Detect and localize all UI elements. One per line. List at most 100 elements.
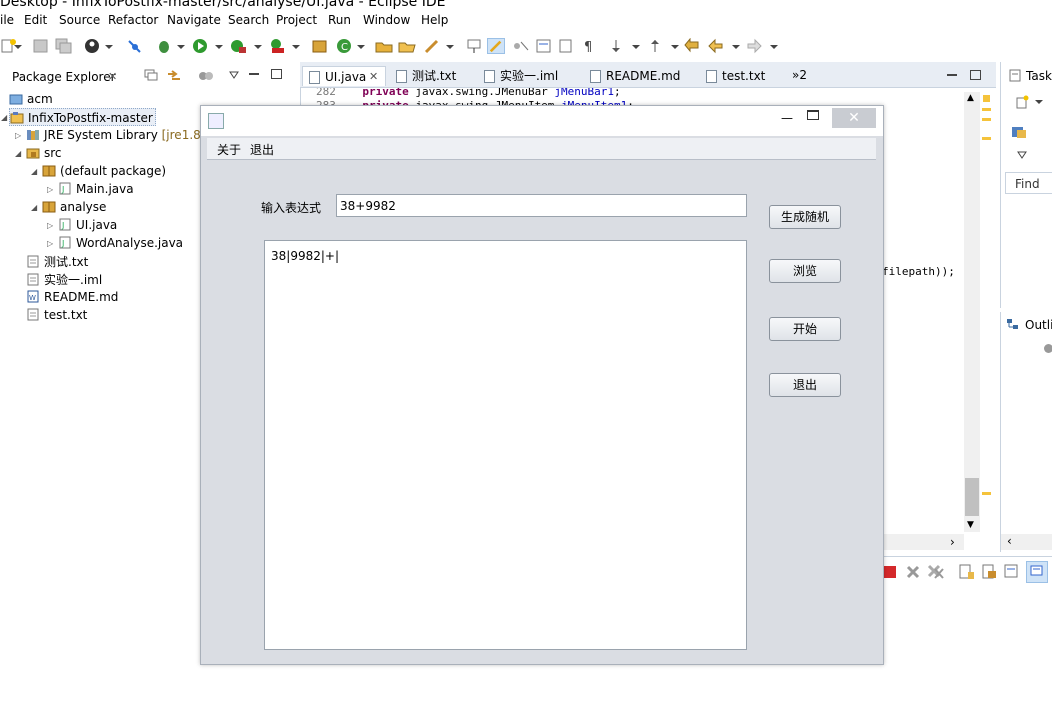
skip-breakpoints-icon[interactable] (126, 38, 144, 54)
tab-ui-java[interactable]: UI.java ✕ (302, 66, 386, 86)
menu-file[interactable]: ile (0, 13, 14, 27)
forward-icon[interactable] (746, 38, 764, 54)
overview-ruler-marker[interactable] (982, 108, 991, 111)
tree-item-acm[interactable]: acm (9, 90, 53, 108)
run-icon[interactable] (192, 38, 210, 54)
tree-item-src[interactable]: src (26, 144, 62, 162)
expanded-arrow-icon[interactable]: ◢ (1, 113, 7, 122)
expanded-arrow-icon[interactable]: ◢ (15, 149, 21, 158)
task-tab-label[interactable]: Task (1026, 69, 1052, 83)
outline-tab-label[interactable]: Outli (1025, 318, 1052, 332)
overview-ruler-marker[interactable] (982, 492, 991, 495)
debug-icon[interactable] (155, 38, 173, 54)
toggle-mark-occurrences-icon[interactable] (466, 38, 484, 54)
run-dropdown-arrow[interactable] (215, 45, 223, 49)
collapse-all-icon[interactable] (144, 69, 158, 81)
search-toolbar-icon[interactable] (423, 38, 441, 54)
minimize-icon[interactable] (249, 73, 259, 75)
last-edit-location-icon[interactable] (684, 38, 702, 54)
overview-ruler-marker[interactable] (982, 137, 991, 140)
close-icon[interactable]: ✕ (369, 67, 378, 87)
minimize-icon[interactable]: — (781, 111, 793, 125)
tree-item-infixtopostfix-master[interactable]: InfixToPostfix-master (9, 108, 156, 126)
scroll-right-icon[interactable]: › (950, 535, 955, 549)
open-type-icon[interactable] (375, 38, 393, 54)
tree-item-ui-java[interactable]: J UI.java (58, 216, 117, 234)
search-dropdown-arrow[interactable] (446, 45, 454, 49)
expression-input[interactable] (336, 194, 747, 217)
start-button[interactable]: 开始 (769, 317, 841, 341)
browse-button[interactable]: 浏览 (769, 259, 841, 283)
block-selection-icon[interactable] (512, 38, 530, 54)
word-wrap-icon[interactable] (535, 38, 553, 54)
tree-item-jre-system-library[interactable]: JRE System Library [jre1.8.0_2 (26, 126, 226, 144)
show-whitespace-icon[interactable] (557, 38, 575, 54)
tab-overflow-button[interactable]: »2 (792, 68, 807, 82)
pin-console-button[interactable] (1026, 561, 1048, 583)
tab-iml[interactable]: 实验一.iml (478, 66, 558, 86)
save-icon[interactable] (32, 38, 50, 54)
new-task-dropdown-arrow[interactable] (1035, 100, 1043, 104)
previous-annotation-icon[interactable] (647, 38, 665, 54)
coverage-icon[interactable] (229, 38, 247, 54)
outline-horizontal-scrollbar[interactable]: ‹ (1001, 534, 1052, 550)
new-task-icon[interactable] (1015, 95, 1029, 109)
tree-item-default-package[interactable]: (default package) (42, 162, 166, 180)
previous-annotation-dropdown-arrow[interactable] (671, 45, 679, 49)
scrollbar-thumb[interactable] (965, 478, 979, 516)
menu-project[interactable]: Project (276, 13, 317, 27)
result-textarea[interactable]: 38|9982|+| (264, 240, 747, 650)
focus-icon[interactable] (198, 69, 214, 83)
find-input[interactable]: Find (1005, 172, 1052, 194)
outline-node-icon[interactable] (1044, 344, 1052, 353)
minimize-icon[interactable] (947, 74, 957, 76)
new-java-package-icon[interactable] (311, 38, 329, 54)
open-folder-icon[interactable] (398, 38, 416, 54)
tab-test-txt[interactable]: test.txt (700, 66, 765, 86)
menu-search[interactable]: Search (228, 13, 269, 27)
editor-vertical-scrollbar[interactable] (964, 92, 980, 532)
tree-item-test-txt[interactable]: test.txt (26, 306, 87, 324)
external-tools-icon[interactable] (268, 38, 286, 54)
forward-dropdown-arrow[interactable] (770, 45, 778, 49)
back-icon[interactable] (708, 38, 726, 54)
expanded-arrow-icon[interactable]: ◢ (31, 167, 37, 176)
tree-item-main-java[interactable]: J Main.java (58, 180, 134, 198)
tree-item-iml[interactable]: 实验一.iml (26, 271, 102, 289)
new-java-class-icon[interactable]: C (336, 38, 354, 54)
overview-ruler-marker[interactable] (982, 118, 991, 121)
scroll-left-icon[interactable]: ‹ (1007, 534, 1012, 548)
scroll-down-icon[interactable]: ▼ (967, 520, 974, 530)
close-button[interactable]: ✕ (832, 108, 876, 128)
remove-all-terminated-icon[interactable] (927, 564, 945, 580)
close-icon[interactable]: ✕ (108, 70, 117, 83)
exit-button[interactable]: 退出 (769, 373, 841, 397)
debug-dropdown-arrow[interactable] (177, 45, 185, 49)
collapsed-arrow-icon[interactable]: ▷ (47, 239, 53, 248)
menu-edit[interactable]: Edit (24, 13, 47, 27)
menu-navigate[interactable]: Navigate (167, 13, 221, 27)
collapsed-arrow-icon[interactable]: ▷ (47, 185, 53, 194)
back-dropdown-arrow[interactable] (732, 45, 740, 49)
menu-run[interactable]: Run (328, 13, 351, 27)
menu-refactor[interactable]: Refactor (108, 13, 158, 27)
tree-item-wordanalyse-java[interactable]: J WordAnalyse.java (58, 234, 183, 252)
save-all-icon[interactable] (55, 38, 73, 54)
maximize-icon[interactable] (807, 110, 819, 120)
terminate-icon[interactable] (884, 566, 896, 578)
collapsed-arrow-icon[interactable]: ▷ (47, 221, 53, 230)
clear-console-icon[interactable] (959, 564, 975, 580)
pilcrow-icon[interactable]: ¶ (580, 38, 598, 54)
menu-source[interactable]: Source (59, 13, 100, 27)
maximize-icon[interactable] (271, 69, 282, 79)
tab-readme[interactable]: README.md (584, 66, 680, 86)
collapsed-arrow-icon[interactable]: ▷ (15, 131, 21, 140)
generate-random-button[interactable]: 生成随机 (769, 205, 841, 229)
menu-about[interactable]: 关于 (217, 141, 241, 158)
scroll-up-icon[interactable]: ▲ (967, 93, 974, 103)
next-annotation-icon[interactable] (608, 38, 626, 54)
tree-item-test-cn-txt[interactable]: 测试.txt (26, 253, 88, 271)
categorized-icon[interactable] (1011, 125, 1027, 139)
coverage-dropdown-arrow[interactable] (254, 45, 262, 49)
new-class-dropdown-arrow[interactable] (357, 45, 365, 49)
